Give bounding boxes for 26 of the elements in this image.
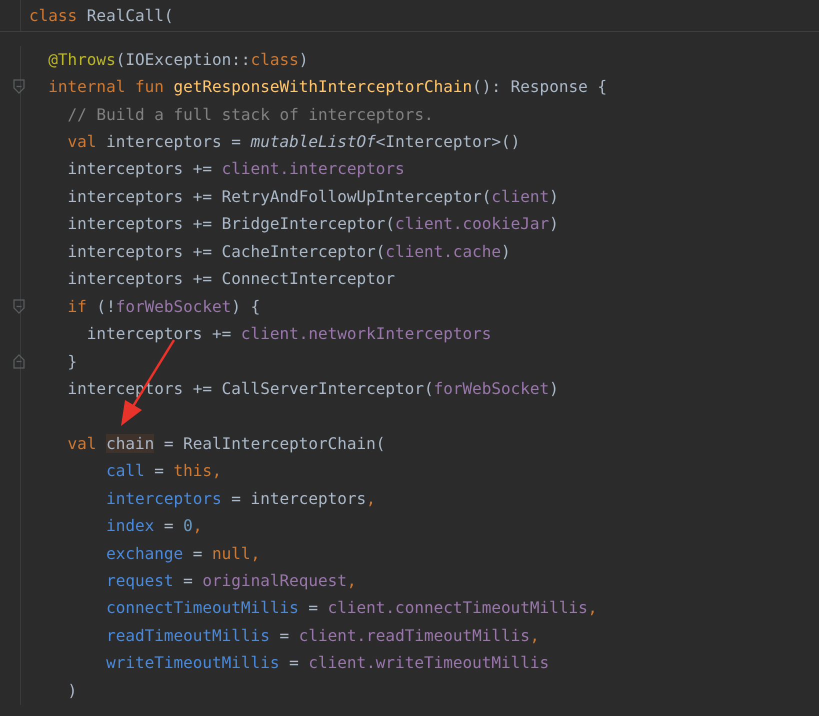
code-line: interceptors += CacheInterceptor(client.cache) bbox=[68, 240, 511, 263]
code-line: request = originalRequest, bbox=[106, 570, 357, 592]
code-line: index = 0, bbox=[106, 515, 202, 538]
fold-marker-icon[interactable] bbox=[13, 354, 25, 369]
code-line: // Build a full stack of interceptors. bbox=[68, 104, 434, 126]
fold-marker-icon[interactable] bbox=[13, 298, 25, 314]
code-line: readTimeoutMillis = client.readTimeoutMillis, bbox=[106, 624, 540, 647]
code-line: val chain = RealInterceptorChain( bbox=[68, 432, 386, 455]
code-line: writeTimeoutMillis = client.writeTimeoutMillis bbox=[106, 652, 550, 674]
fold-marker-icon[interactable] bbox=[13, 79, 25, 94]
code-line: @Throws(IOException::class) bbox=[48, 48, 308, 71]
code-line: interceptors += ConnectInterceptor bbox=[68, 268, 396, 290]
code-line: interceptors += BridgeInterceptor(client.cookieJar) bbox=[68, 213, 559, 236]
code-line: class RealCall( bbox=[29, 4, 174, 26]
code-line: val interceptors = mutableListOf<Interceptor>() bbox=[68, 131, 520, 154]
code-line: if (!forWebSocket) { bbox=[68, 296, 260, 318]
code-line: interceptors += client.interceptors bbox=[68, 158, 405, 180]
code-line: ) bbox=[68, 680, 78, 702]
code-line: interceptors += RetryAndFollowUpInterceptor(client) bbox=[68, 186, 559, 208]
code-line: exchange = null, bbox=[106, 542, 260, 565]
code-line: interceptors = interceptors, bbox=[106, 488, 376, 510]
code-line: connectTimeoutMillis = client.connectTimeoutMillis, bbox=[106, 597, 598, 620]
code-line: interceptors += client.networkInterceptors bbox=[86, 323, 492, 346]
code-line: internal fun getResponseWithInterceptorChain(): Response { bbox=[48, 76, 607, 98]
code-line: } bbox=[68, 350, 78, 373]
code-line: call = this, bbox=[106, 460, 222, 482]
